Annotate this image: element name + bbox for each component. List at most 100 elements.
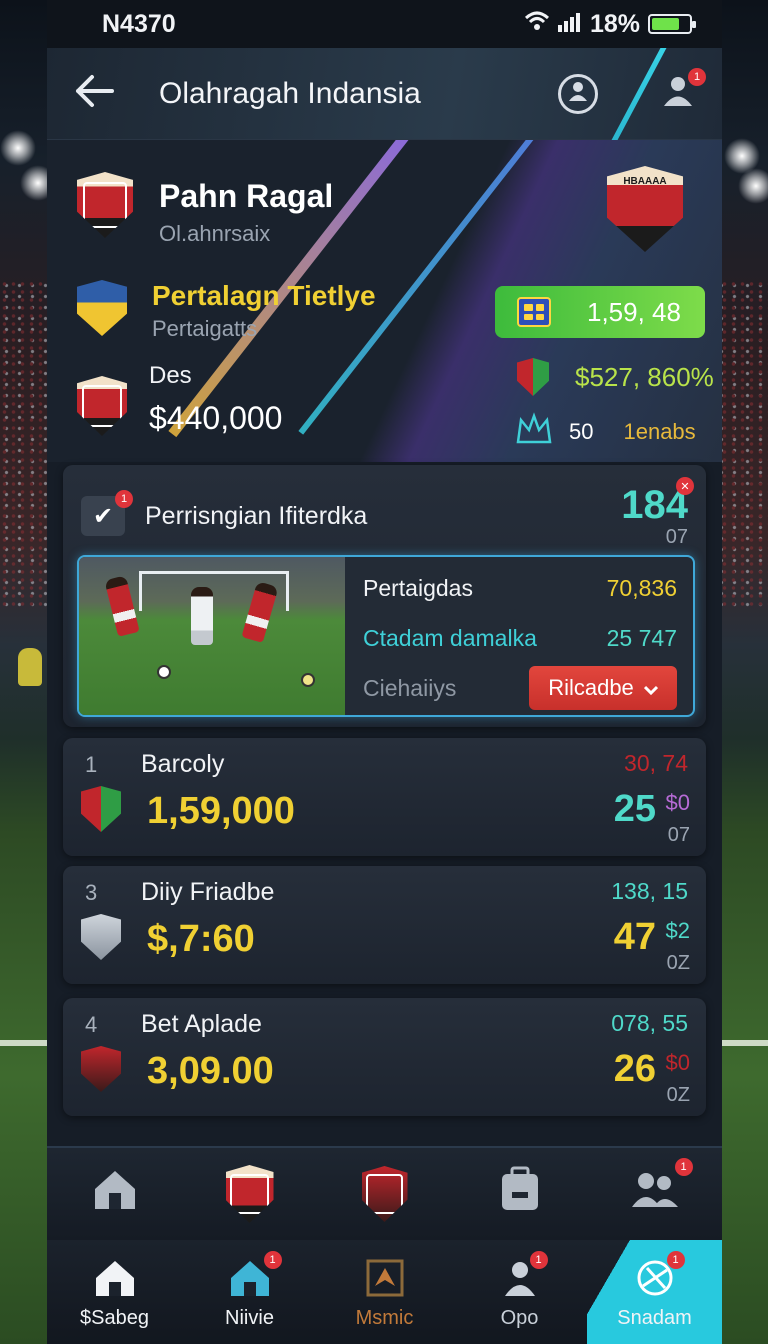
rank-number: 3 <box>85 880 98 905</box>
nav-item-trophy[interactable]: Msmic <box>317 1240 452 1344</box>
carrier-text: N4370 <box>102 9 176 38</box>
ball-icon: 1 <box>635 1250 685 1301</box>
club-crest-icon <box>517 358 549 396</box>
quick-action-bar: 1 <box>47 1146 722 1240</box>
arrow-left-icon <box>74 69 114 119</box>
briefcase-button[interactable] <box>490 1164 550 1224</box>
des-value: $440,000 <box>149 400 283 436</box>
app-screen: N4370 18% Olahragah Indansia 1 Pahn Raga… <box>47 0 722 1344</box>
nav-item-user[interactable]: 1 Opo <box>452 1240 587 1344</box>
stat-value: 70,836 <box>606 574 677 601</box>
search-user-icon <box>567 80 589 108</box>
app-header: Olahragah Indansia 1 <box>47 48 722 140</box>
score-sub: 07 <box>665 526 688 548</box>
users-icon <box>630 1169 680 1220</box>
nav-label: Msmic <box>355 1306 414 1329</box>
dropdown-button[interactable]: Rilcadbe <box>529 666 677 710</box>
rank-number: 4 <box>85 1012 98 1037</box>
home-icon <box>93 1255 137 1301</box>
team-crest-icon <box>77 172 133 238</box>
small-label: 1enabs <box>623 418 696 444</box>
home-button[interactable] <box>85 1164 145 1224</box>
team-value: $,7:60 <box>147 918 255 960</box>
featured-match-card[interactable]: ✔ 1 Perrisngian Ifiterdka 184 07 ✕ Perta… <box>63 465 706 727</box>
nav-label: Opo <box>500 1306 539 1329</box>
match-stat-row: Ctadam damalka 25 747 <box>363 613 677 663</box>
score: 47 <box>613 916 656 958</box>
team-crest-icon <box>81 786 121 832</box>
league-crest-icon <box>77 280 127 336</box>
match-stat-row: Ciehaiiys Rilcadbe <box>363 663 677 713</box>
league-info: Pertalagn Tietlye Pertaigatts <box>152 280 376 342</box>
nav-item-home[interactable]: $Sabeg <box>47 1240 182 1344</box>
select-checkbox[interactable]: ✔ 1 <box>81 490 133 536</box>
users-button[interactable]: 1 <box>625 1158 693 1224</box>
nav-badge: 1 <box>263 1250 282 1269</box>
ball <box>157 665 171 679</box>
signal-icon <box>557 10 582 39</box>
team-name: Pahn Ragal <box>159 178 334 214</box>
home-icon <box>91 1167 139 1222</box>
floodlight <box>0 130 36 166</box>
club-crest-icon <box>225 1165 274 1223</box>
team-name: Diiy Friadbe <box>141 878 275 906</box>
top-stat: 30, 74 <box>624 750 688 776</box>
floodlight <box>738 168 768 204</box>
wifi-icon <box>524 10 550 39</box>
small-count: 50 <box>569 418 594 444</box>
dropdown-label: Rilcadbe <box>548 675 634 700</box>
featured-title: Perrisngian Ifiterdka <box>145 501 368 530</box>
balance-value: 1,59, 48 <box>587 296 681 327</box>
hero-stat-row: $527, 860% <box>517 358 714 396</box>
match-stat-row: Pertaigdas 70,836 <box>363 563 677 613</box>
league-subtitle: Pertaigatts <box>152 316 258 341</box>
team-crest-icon <box>77 376 127 436</box>
home-outline-icon: 1 <box>228 1250 282 1301</box>
shield-button[interactable] <box>355 1164 415 1224</box>
bottom-navigation: $Sabeg 1 Niivie Msmic 1 Opo 1 Snadam <box>47 1240 722 1344</box>
pitch-line <box>720 1040 768 1046</box>
stat-label: Ctadam damalka <box>363 624 537 651</box>
checkbox-badge: 1 <box>115 490 133 508</box>
nav-label: $Sabeg <box>80 1306 149 1329</box>
chevron-down-icon <box>643 675 658 701</box>
nav-item-home-outline[interactable]: 1 Niivie <box>182 1240 317 1344</box>
ranking-card[interactable]: 3 Diiy Friadbe $,7:60 138, 15 47 $2 0Z <box>63 866 706 984</box>
notification-badge: 1 <box>688 67 706 86</box>
back-button[interactable] <box>69 69 119 119</box>
team-info: Pahn Ragal Ol.ahnrsaix <box>159 178 333 247</box>
top-stat: 138, 15 <box>611 878 688 904</box>
notifications-button[interactable]: 1 <box>658 67 706 114</box>
ranking-card[interactable]: 4 Bet Aplade 3,09.00 078, 55 26 $0 0Z <box>63 998 706 1116</box>
hero-small-stat: 50 1enabs <box>515 412 696 451</box>
balance-badge-button[interactable]: 1,59, 48 <box>495 286 705 338</box>
stat-value: 25 747 <box>606 624 677 651</box>
briefcase-icon <box>500 1166 540 1223</box>
team-name: Barcoly <box>141 750 225 778</box>
des-block: Des $440,000 <box>149 362 282 437</box>
trophy-icon <box>365 1255 405 1301</box>
battery-icon <box>648 14 696 34</box>
club-button[interactable] <box>220 1164 280 1224</box>
ranking-card[interactable]: 1 Barcoly 1,59,000 30, 74 25 $0 07 <box>63 738 706 856</box>
search-user-button[interactable] <box>558 73 598 114</box>
stat-value: $527, 860% <box>575 361 714 392</box>
nav-item-ball[interactable]: 1 Snadam <box>587 1240 722 1344</box>
shield-crest-icon <box>361 1166 408 1222</box>
grid-icon <box>517 297 551 327</box>
team-subtitle: Ol.ahnrsaix <box>159 221 271 246</box>
nav-label: Niivie <box>225 1306 274 1329</box>
crest-text: HBAAAA <box>623 176 667 187</box>
team-crest-icon <box>81 914 121 960</box>
des-label: Des <box>149 362 192 389</box>
score-sub: 07 <box>667 824 690 846</box>
score-badge: $0 <box>665 790 690 815</box>
nav-badge: 1 <box>529 1250 548 1269</box>
player-figure <box>191 587 213 645</box>
featured-header: ✔ 1 Perrisngian Ifiterdka 184 07 ✕ <box>63 465 706 549</box>
crown-icon <box>515 412 553 451</box>
large-crest-icon: HBAAAA <box>607 166 683 252</box>
player-figure <box>104 575 140 637</box>
match-photo <box>79 557 345 715</box>
stat-label: Pertaigdas <box>363 574 473 601</box>
